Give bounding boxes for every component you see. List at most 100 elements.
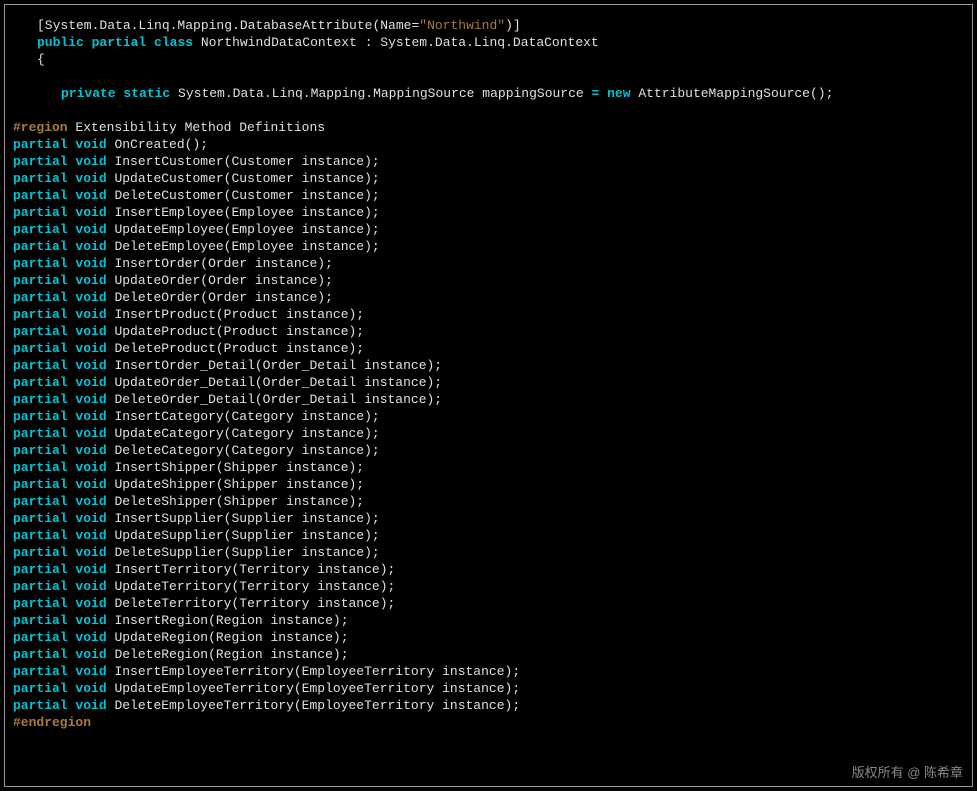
partial-method-line: partial void DeleteRegion(Region instanc… <box>13 646 964 663</box>
kw-void: void <box>75 290 106 305</box>
kw-void: void <box>75 460 106 475</box>
attr-open: [System.Data.Linq.Mapping.DatabaseAttrib… <box>37 18 419 33</box>
method-signature: InsertOrder_Detail(Order_Detail instance… <box>114 358 442 373</box>
method-signature: DeleteCategory(Category instance); <box>114 443 379 458</box>
method-signature: OnCreated(); <box>114 137 208 152</box>
attribute-line: [System.Data.Linq.Mapping.DatabaseAttrib… <box>13 17 964 34</box>
kw-partial: partial <box>13 324 68 339</box>
method-signature: UpdateOrder(Order instance); <box>114 273 332 288</box>
method-signature: DeleteEmployee(Employee instance); <box>114 239 379 254</box>
kw-void: void <box>75 477 106 492</box>
method-signature: InsertEmployeeTerritory(EmployeeTerritor… <box>114 664 520 679</box>
kw-void: void <box>75 443 106 458</box>
method-signature: DeleteOrder(Order instance); <box>114 290 332 305</box>
partial-method-line: partial void DeleteOrder_Detail(Order_De… <box>13 391 964 408</box>
method-signature: UpdateRegion(Region instance); <box>114 630 348 645</box>
kw-void: void <box>75 154 106 169</box>
partial-method-line: partial void DeleteOrder(Order instance)… <box>13 289 964 306</box>
kw-partial: partial <box>13 494 68 509</box>
kw-partial: partial <box>13 222 68 237</box>
method-signature: UpdateCustomer(Customer instance); <box>114 171 379 186</box>
attr-close: )] <box>505 18 521 33</box>
kw-partial: partial <box>13 698 68 713</box>
kw-partial: partial <box>13 579 68 594</box>
kw-void: void <box>75 528 106 543</box>
kw-void: void <box>75 341 106 356</box>
kw-partial: partial <box>13 630 68 645</box>
partial-method-line: partial void DeleteTerritory(Territory i… <box>13 595 964 612</box>
kw-void: void <box>75 307 106 322</box>
kw-void: void <box>75 613 106 628</box>
partial-method-line: partial void InsertShipper(Shipper insta… <box>13 459 964 476</box>
endregion-line: #endregion <box>13 714 964 731</box>
kw-void: void <box>75 222 106 237</box>
kw-partial: partial <box>13 273 68 288</box>
kw-partial: partial <box>92 35 147 50</box>
kw-void: void <box>75 256 106 271</box>
kw-partial: partial <box>13 341 68 356</box>
method-signature: InsertOrder(Order instance); <box>114 256 332 271</box>
class-name: NorthwindDataContext : System.Data.Linq.… <box>193 35 599 50</box>
method-signature: UpdateOrder_Detail(Order_Detail instance… <box>114 375 442 390</box>
partial-method-line: partial void UpdateOrder_Detail(Order_De… <box>13 374 964 391</box>
kw-partial: partial <box>13 511 68 526</box>
method-signature: InsertTerritory(Territory instance); <box>114 562 395 577</box>
kw-class: class <box>154 35 193 50</box>
partial-method-line: partial void InsertProduct(Product insta… <box>13 306 964 323</box>
kw-void: void <box>75 137 106 152</box>
kw-void: void <box>75 205 106 220</box>
partial-method-line: partial void InsertCategory(Category ins… <box>13 408 964 425</box>
kw-partial: partial <box>13 239 68 254</box>
partial-method-line: partial void DeleteShipper(Shipper insta… <box>13 493 964 510</box>
kw-void: void <box>75 273 106 288</box>
method-signature: UpdateEmployee(Employee instance); <box>114 222 379 237</box>
partial-method-line: partial void InsertOrder(Order instance)… <box>13 255 964 272</box>
partial-method-line: partial void UpdateEmployeeTerritory(Emp… <box>13 680 964 697</box>
partial-method-line: partial void UpdateTerritory(Territory i… <box>13 578 964 595</box>
kw-partial: partial <box>13 205 68 220</box>
method-signature: InsertSupplier(Supplier instance); <box>114 511 379 526</box>
kw-partial: partial <box>13 681 68 696</box>
kw-partial: partial <box>13 290 68 305</box>
method-signature: DeleteShipper(Shipper instance); <box>114 494 364 509</box>
method-signature: InsertShipper(Shipper instance); <box>114 460 364 475</box>
kw-private: private <box>61 86 116 101</box>
field-rest: AttributeMappingSource(); <box>631 86 834 101</box>
partial-method-line: partial void InsertEmployee(Employee ins… <box>13 204 964 221</box>
method-signature: InsertCategory(Category instance); <box>114 409 379 424</box>
partial-method-line: partial void DeleteSupplier(Supplier ins… <box>13 544 964 561</box>
method-signature: DeleteEmployeeTerritory(EmployeeTerritor… <box>114 698 520 713</box>
kw-void: void <box>75 664 106 679</box>
kw-void: void <box>75 494 106 509</box>
kw-partial: partial <box>13 460 68 475</box>
partial-method-line: partial void InsertOrder_Detail(Order_De… <box>13 357 964 374</box>
kw-void: void <box>75 375 106 390</box>
kw-partial: partial <box>13 392 68 407</box>
kw-void: void <box>75 647 106 662</box>
kw-partial: partial <box>13 545 68 560</box>
kw-partial: partial <box>13 528 68 543</box>
method-signature: InsertCustomer(Customer instance); <box>114 154 379 169</box>
partial-method-line: partial void UpdateCustomer(Customer ins… <box>13 170 964 187</box>
kw-partial: partial <box>13 664 68 679</box>
kw-partial: partial <box>13 307 68 322</box>
kw-void: void <box>75 239 106 254</box>
open-brace: { <box>13 51 964 68</box>
attr-string: "Northwind" <box>419 18 505 33</box>
kw-partial: partial <box>13 375 68 390</box>
kw-void: void <box>75 171 106 186</box>
kw-void: void <box>75 596 106 611</box>
method-signature: DeleteProduct(Product instance); <box>114 341 364 356</box>
kw-public: public <box>37 35 84 50</box>
kw-partial: partial <box>13 596 68 611</box>
partial-methods-list: partial void OnCreated();partial void In… <box>13 136 964 714</box>
partial-method-line: partial void DeleteCustomer(Customer ins… <box>13 187 964 204</box>
class-decl-line: public partial class NorthwindDataContex… <box>13 34 964 51</box>
field-line: private static System.Data.Linq.Mapping.… <box>13 85 964 102</box>
kw-partial: partial <box>13 256 68 271</box>
blank-line <box>13 102 964 119</box>
partial-method-line: partial void InsertTerritory(Territory i… <box>13 561 964 578</box>
partial-method-line: partial void InsertCustomer(Customer ins… <box>13 153 964 170</box>
method-signature: DeleteRegion(Region instance); <box>114 647 348 662</box>
kw-void: void <box>75 681 106 696</box>
